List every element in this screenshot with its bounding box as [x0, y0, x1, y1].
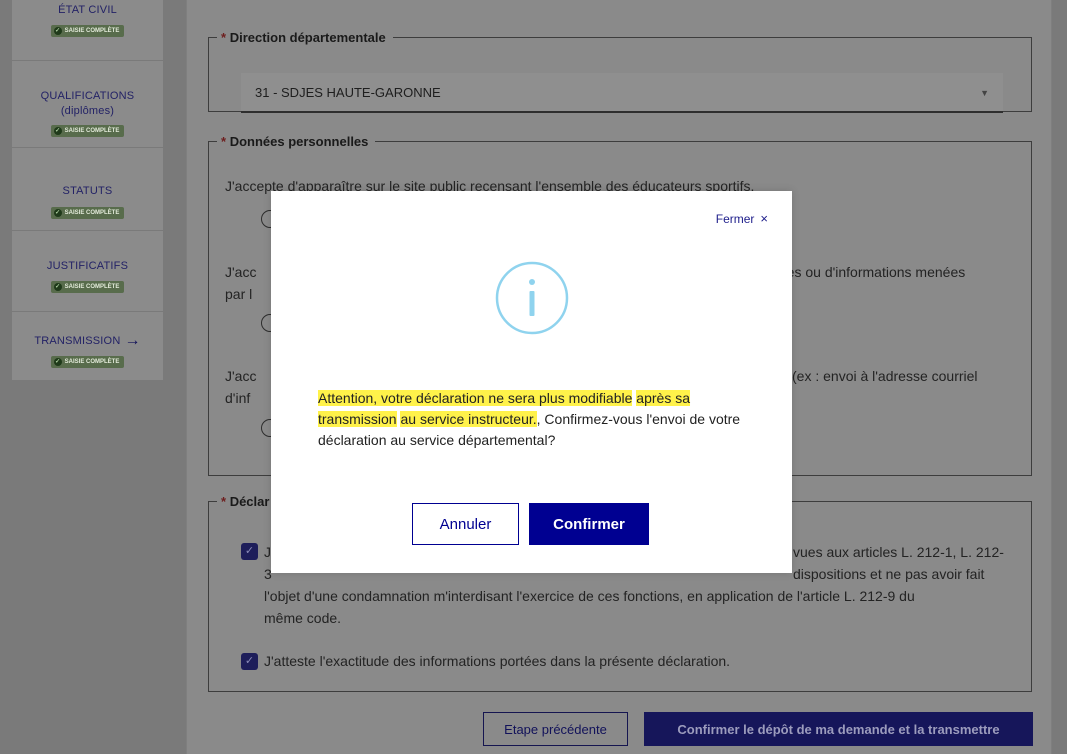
- step-qualifications[interactable]: QUALIFICATIONS (diplômes) ✓ SAISIE COMPLÈ…: [12, 61, 163, 148]
- status-badge: ✓ SAISIE COMPLÈTE: [50, 125, 125, 137]
- declaration-2-text: J'atteste l'exactitude des informations …: [264, 653, 731, 669]
- check-circle-icon: ✓: [53, 209, 62, 217]
- status-badge: ✓ SAISIE COMPLÈTE: [50, 356, 125, 368]
- direction-legend: * Direction départementale: [221, 30, 386, 45]
- step-title: STATUTS: [62, 185, 113, 197]
- step-subtitle: (diplômes): [60, 105, 115, 117]
- step-statuts[interactable]: STATUTS ✓ SAISIE COMPLÈTE: [12, 148, 163, 231]
- status-badge: ✓ SAISIE COMPLÈTE: [50, 207, 125, 219]
- step-title: QUALIFICATIONS: [40, 90, 135, 102]
- check-circle-icon: ✓: [53, 283, 62, 291]
- cancel-button[interactable]: Annuler: [412, 503, 519, 545]
- declaration-2-checkbox[interactable]: ✓: [241, 653, 258, 670]
- personal-data-legend: * Données personnelles: [221, 134, 369, 149]
- arrow-right-icon: →: [124, 332, 141, 349]
- declaration-1-fragment: J: [264, 544, 271, 560]
- step-sidebar: ÉTAT CIVIL ✓ SAISIE COMPLÈTE QUALIFICATIO…: [8, 0, 163, 754]
- direction-fieldset: * Direction départementale 31 - SDJES HA…: [208, 30, 1032, 113]
- step-title: ÉTAT CIVIL: [58, 4, 117, 16]
- status-badge: ✓ SAISIE COMPLÈTE: [50, 25, 125, 37]
- consent-question-3-end: (ex : envoi à l'adresse courriel: [792, 368, 978, 384]
- step-justificatifs[interactable]: JUSTIFICATIFS ✓ SAISIE COMPLÈTE: [12, 231, 163, 312]
- close-icon[interactable]: ×: [760, 211, 768, 226]
- close-button[interactable]: Fermer ×: [716, 211, 768, 226]
- consent-question-2-start: J'acc: [225, 264, 257, 280]
- consent-question-2-end: êtes ou d'informations menées: [775, 264, 966, 280]
- status-badge: ✓ SAISIE COMPLÈTE: [50, 281, 125, 293]
- declaration-1-checkbox[interactable]: ✓: [241, 543, 258, 560]
- info-circle-icon: [495, 261, 569, 335]
- check-circle-icon: ✓: [53, 358, 62, 366]
- declaration-legend: * Déclar: [221, 494, 270, 509]
- consent-question-3-start: J'acc: [225, 368, 257, 384]
- declaration-1-line4: même code.: [264, 610, 342, 626]
- confirm-button[interactable]: Confirmer: [529, 503, 649, 545]
- step-title: TRANSMISSION →: [34, 332, 141, 349]
- check-circle-icon: ✓: [53, 27, 62, 35]
- modal-message: Attention, votre déclaration ne sera plu…: [318, 390, 741, 448]
- consent-question-2-line2: par l: [225, 286, 253, 302]
- submit-transmit-button[interactable]: Confirmer le dépôt de ma demande et la t…: [644, 712, 1033, 746]
- previous-step-button[interactable]: Etape précédente: [483, 712, 628, 746]
- declaration-1-line2-end: dispositions et ne pas avoir fait: [793, 566, 985, 582]
- step-transmission[interactable]: TRANSMISSION → ✓ SAISIE COMPLÈTE: [12, 312, 163, 381]
- step-title: JUSTIFICATIFS: [46, 260, 129, 272]
- declaration-1-line1-end: vues aux articles L. 212-1, L. 212-: [793, 544, 1004, 560]
- direction-select[interactable]: 31 - SDJES HAUTE-GARONNE ▼: [241, 73, 1003, 113]
- consent-question-3-line2: d'inf: [225, 390, 251, 406]
- declaration-1-line3: l'objet d'une condamnation m'interdisant…: [264, 588, 915, 604]
- chevron-down-icon[interactable]: ▼: [980, 73, 989, 113]
- step-etat-civil[interactable]: ÉTAT CIVIL ✓ SAISIE COMPLÈTE: [12, 0, 163, 61]
- confirmation-modal: Fermer × Attention, votre déclaration ne …: [271, 191, 792, 573]
- check-circle-icon: ✓: [53, 127, 62, 135]
